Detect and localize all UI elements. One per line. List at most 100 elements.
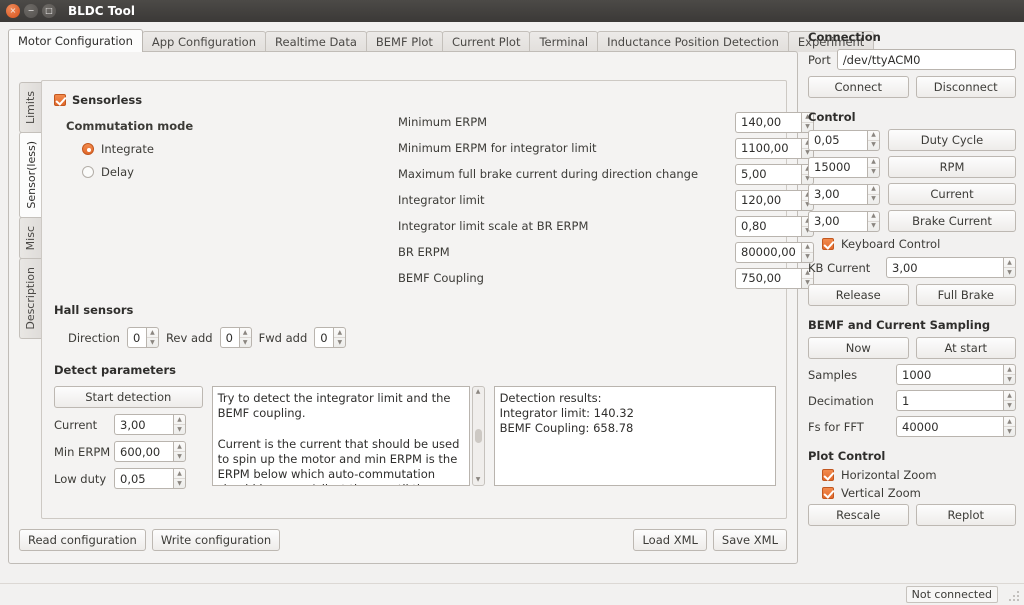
horizontal-zoom-checkbox[interactable]: Horizontal Zoom	[822, 468, 1016, 482]
spin-up-icon[interactable]: ▲	[868, 212, 879, 222]
minimize-window-icon[interactable]: −	[24, 4, 38, 18]
full-brake-button[interactable]: Full Brake	[915, 284, 1016, 306]
spin-up-icon[interactable]: ▲	[334, 328, 346, 338]
spin-down-icon[interactable]: ▼	[147, 338, 158, 347]
start-detection-button[interactable]: Start detection	[54, 386, 203, 408]
spin-arrows[interactable]: ▲▼	[173, 468, 186, 489]
spin-arrows[interactable]: ▲▼	[1003, 390, 1016, 411]
sample-now-button[interactable]: Now	[808, 337, 909, 359]
minimum-erpm-integrator-spinbox[interactable]: 1100,00 ▲▼	[735, 137, 814, 159]
spin-arrows[interactable]: ▲▼	[238, 327, 252, 348]
decimation-spinbox[interactable]: 1 ▲ ▼	[896, 390, 1016, 411]
rpm-button[interactable]: RPM	[888, 156, 1016, 178]
spin-up-icon[interactable]: ▲	[174, 442, 185, 452]
spin-arrows[interactable]: ▲▼	[173, 414, 186, 435]
spin-down-icon[interactable]: ▼	[174, 479, 185, 488]
scroll-down-icon[interactable]: ▼	[476, 475, 481, 485]
read-configuration-button[interactable]: Read configuration	[19, 529, 146, 551]
tab-bemf-plot[interactable]: BEMF Plot	[365, 31, 443, 52]
spin-up-icon[interactable]: ▲	[868, 131, 879, 141]
replot-button[interactable]: Replot	[915, 504, 1016, 526]
spin-arrows[interactable]: ▲▼	[1003, 257, 1016, 278]
spin-up-icon[interactable]: ▲	[1004, 365, 1015, 375]
tab-realtime-data[interactable]: Realtime Data	[265, 31, 367, 52]
rpm-spinbox[interactable]: 15000 ▲ ▼	[808, 156, 880, 178]
sample-at-start-button[interactable]: At start	[915, 337, 1016, 359]
integrator-limit-scale-spinbox[interactable]: 0,80 ▲▼	[735, 215, 814, 237]
spin-arrows[interactable]: ▲▼	[1003, 416, 1016, 437]
tab-inductance-position-detection[interactable]: Inductance Position Detection	[597, 31, 789, 52]
close-window-icon[interactable]: ×	[6, 4, 20, 18]
spin-arrows[interactable]: ▲▼	[145, 327, 159, 348]
spin-up-icon[interactable]: ▲	[868, 158, 879, 168]
tab-motor-configuration[interactable]: Motor Configuration	[8, 29, 143, 52]
br-erpm-spinbox[interactable]: 80000,00 ▲ ▼	[735, 241, 814, 263]
spin-down-icon[interactable]: ▼	[868, 141, 879, 150]
spin-down-icon[interactable]: ▼	[1004, 268, 1015, 277]
radio-integrate[interactable]: Integrate	[82, 142, 193, 156]
spin-arrows[interactable]: ▲▼	[867, 183, 880, 205]
hall-fwd-add-spinbox[interactable]: 0 ▲ ▼	[314, 327, 347, 348]
max-full-brake-current-spinbox[interactable]: 5,00 ▲▼	[735, 163, 814, 185]
tab-current-plot[interactable]: Current Plot	[441, 31, 531, 52]
bemf-coupling-spinbox[interactable]: 750,00 ▲ ▼	[735, 267, 814, 289]
spin-up-icon[interactable]: ▲	[174, 415, 185, 425]
samples-spinbox[interactable]: 1000 ▲ ▼	[896, 364, 1016, 385]
spin-arrows[interactable]: ▲▼	[173, 441, 186, 462]
connect-button[interactable]: Connect	[808, 76, 909, 98]
maximize-window-icon[interactable]: □	[42, 4, 56, 18]
side-tab-description[interactable]: Description	[19, 257, 41, 339]
spin-down-icon[interactable]: ▼	[868, 195, 879, 204]
hall-direction-spinbox[interactable]: 0 ▲ ▼	[126, 327, 159, 348]
side-tab-sensorless[interactable]: Sensor(less)	[19, 132, 42, 218]
release-button[interactable]: Release	[808, 284, 909, 306]
side-tab-limits[interactable]: Limits	[19, 82, 41, 133]
spin-up-icon[interactable]: ▲	[868, 185, 879, 195]
tab-app-configuration[interactable]: App Configuration	[141, 31, 267, 52]
brake-current-button[interactable]: Brake Current	[888, 210, 1016, 232]
spin-up-icon[interactable]: ▲	[1004, 258, 1015, 268]
spin-down-icon[interactable]: ▼	[174, 425, 185, 434]
save-xml-button[interactable]: Save XML	[712, 529, 787, 551]
duty-cycle-button[interactable]: Duty Cycle	[888, 129, 1016, 151]
spin-up-icon[interactable]: ▲	[1004, 391, 1015, 401]
spin-down-icon[interactable]: ▼	[1004, 427, 1015, 436]
port-input[interactable]: /dev/ttyACM0	[836, 49, 1016, 70]
spin-arrows[interactable]: ▲▼	[867, 210, 880, 232]
sensorless-checkbox[interactable]: Sensorless	[54, 93, 142, 107]
load-xml-button[interactable]: Load XML	[633, 529, 707, 551]
spin-down-icon[interactable]: ▼	[174, 452, 185, 461]
detect-current-spinbox[interactable]: 3,00 ▲ ▼	[114, 414, 186, 435]
brake-current-spinbox[interactable]: 3,00 ▲ ▼	[808, 210, 880, 232]
keyboard-control-checkbox[interactable]: Keyboard Control	[822, 237, 1016, 251]
spin-down-icon[interactable]: ▼	[1004, 375, 1015, 384]
scroll-up-icon[interactable]: ▲	[476, 387, 481, 397]
scrollbar-thumb[interactable]	[474, 429, 482, 443]
spin-up-icon[interactable]: ▲	[239, 328, 251, 338]
current-button[interactable]: Current	[888, 183, 1016, 205]
spin-up-icon[interactable]: ▲	[146, 328, 158, 338]
detect-help-scrollbar[interactable]: ▲ ▼	[471, 386, 485, 486]
duty-cycle-spinbox[interactable]: 0,05 ▲ ▼	[808, 129, 880, 151]
vertical-zoom-checkbox[interactable]: Vertical Zoom	[822, 486, 1016, 500]
fs-for-fft-spinbox[interactable]: 40000 ▲ ▼	[896, 416, 1016, 437]
spin-down-icon[interactable]: ▼	[868, 168, 879, 177]
current-spinbox[interactable]: 3,00 ▲ ▼	[808, 183, 880, 205]
integrator-limit-spinbox[interactable]: 120,00 ▲▼	[735, 189, 814, 211]
spin-up-icon[interactable]: ▲	[174, 469, 185, 479]
detect-min-erpm-spinbox[interactable]: 600,00 ▲ ▼	[114, 441, 186, 462]
spin-arrows[interactable]: ▲▼	[333, 327, 347, 348]
detect-low-duty-spinbox[interactable]: 0,05 ▲ ▼	[114, 468, 186, 489]
spin-down-icon[interactable]: ▼	[240, 338, 251, 347]
spin-down-icon[interactable]: ▼	[334, 338, 345, 347]
spin-down-icon[interactable]: ▼	[1004, 401, 1015, 410]
spin-up-icon[interactable]: ▲	[1004, 417, 1015, 427]
side-tab-misc[interactable]: Misc	[19, 216, 41, 259]
write-configuration-button[interactable]: Write configuration	[151, 529, 281, 551]
spin-arrows[interactable]: ▲▼	[1003, 364, 1016, 385]
kb-current-spinbox[interactable]: 3,00 ▲ ▼	[886, 257, 1016, 278]
rescale-button[interactable]: Rescale	[808, 504, 909, 526]
hall-rev-add-spinbox[interactable]: 0 ▲ ▼	[219, 327, 252, 348]
spin-down-icon[interactable]: ▼	[868, 222, 879, 231]
disconnect-button[interactable]: Disconnect	[915, 76, 1016, 98]
